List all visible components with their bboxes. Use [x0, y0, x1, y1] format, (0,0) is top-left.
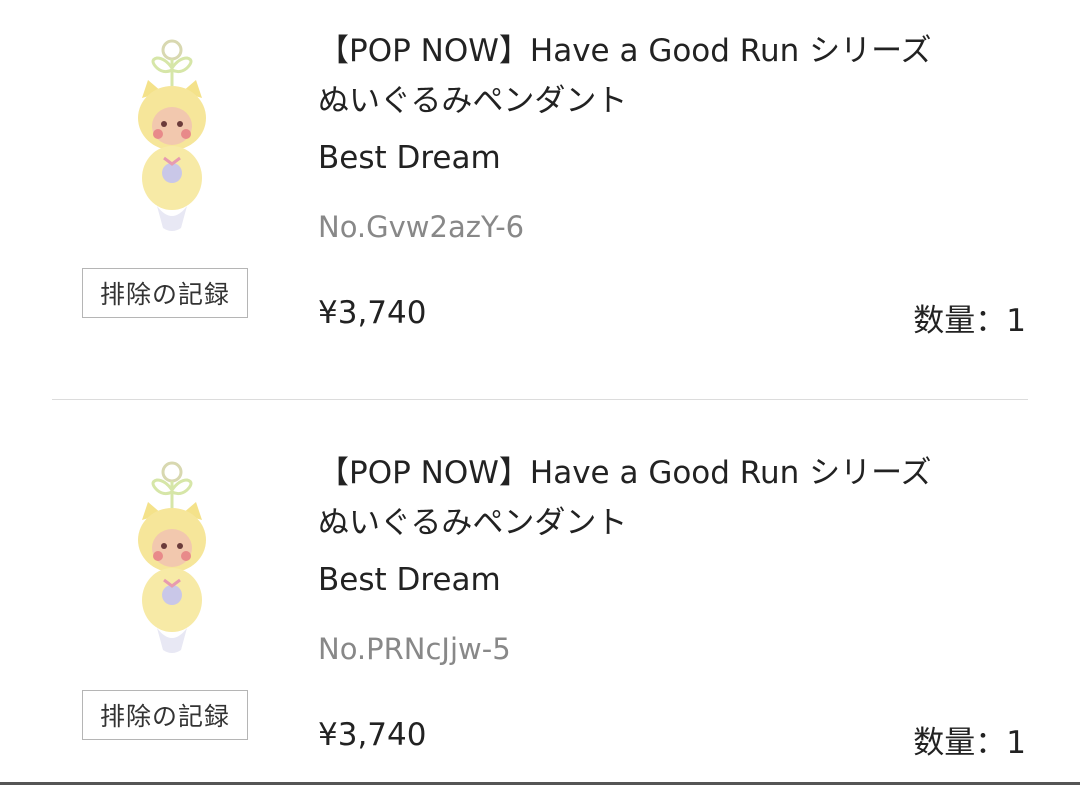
variant-name: Best Dream — [318, 562, 501, 598]
product-title-line1: 【POP NOW】Have a Good Run シリーズ — [318, 455, 932, 491]
price: ¥3,740 — [318, 295, 427, 331]
exclude-record-button[interactable]: 排除の記録 — [82, 690, 248, 740]
plush-pendant-icon[interactable] — [112, 38, 232, 238]
product-title-line1: 【POP NOW】Have a Good Run シリーズ — [318, 33, 932, 69]
sku-number: No.PRNcJjw-5 — [318, 632, 511, 666]
product-title-line2: ぬいぐるみペンダント — [318, 505, 628, 541]
product-title[interactable]: 【POP NOW】Have a Good Run シリーズ ぬいぐるみペンダント — [318, 26, 1038, 126]
product-title-line2: ぬいぐるみペンダント — [318, 83, 628, 119]
order-item: 排除の記録 【POP NOW】Have a Good Run シリーズ ぬいぐる… — [0, 0, 1080, 390]
divider — [52, 399, 1028, 400]
quantity: 数量：1 — [913, 725, 1026, 761]
quantity: 数量：1 — [913, 303, 1026, 339]
exclude-record-button[interactable]: 排除の記録 — [82, 268, 248, 318]
product-title[interactable]: 【POP NOW】Have a Good Run シリーズ ぬいぐるみペンダント — [318, 448, 1038, 548]
order-item: 排除の記録 【POP NOW】Have a Good Run シリーズ ぬいぐる… — [0, 422, 1080, 812]
plush-pendant-icon[interactable] — [112, 460, 232, 660]
price: ¥3,740 — [318, 717, 427, 753]
variant-name: Best Dream — [318, 140, 501, 176]
sku-number: No.Gvw2azY-6 — [318, 210, 525, 244]
